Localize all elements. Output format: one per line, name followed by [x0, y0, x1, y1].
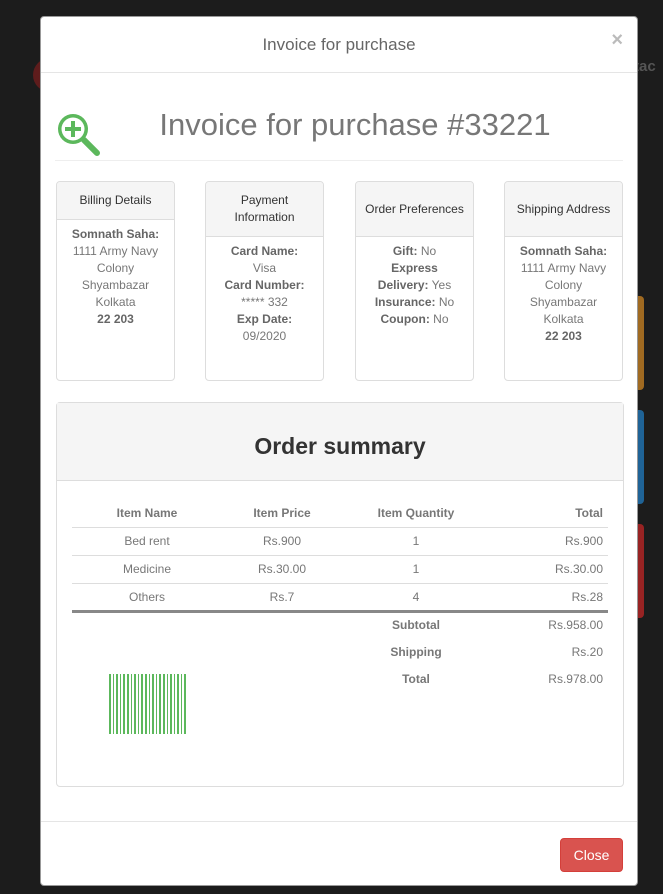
shipping-address-body: Somnath Saha: 1111 Army Navy Colony Shya… [505, 237, 622, 345]
total-value: Rs.978.00 [548, 671, 603, 686]
col-item-price: Item Price [253, 505, 311, 520]
invoice-title: Invoice for purchase #33221 [159, 107, 551, 142]
order-preferences-card: Order Preferences Gift: No Express Deliv… [355, 181, 474, 381]
shipping-zip: 22 203 [545, 329, 582, 343]
item-price: Rs.30.00 [222, 554, 342, 583]
order-summary-title: Order summary [254, 433, 426, 459]
invoice-modal: Invoice for purchase × Invoice for purch… [40, 16, 638, 886]
billing-line1: 1111 Army Navy [72, 244, 159, 258]
subtotal-row: Subtotal Rs.958.00 [72, 611, 608, 638]
billing-details-body: Somnath Saha: 1111 Army Navy Colony Shya… [57, 220, 174, 328]
order-preferences-header: Order Preferences [356, 182, 473, 237]
item-total: Rs.28 [490, 582, 608, 613]
coupon-label: Coupon: [380, 312, 430, 326]
billing-details-header: Billing Details [57, 182, 174, 220]
shipping-address-header: Shipping Address [505, 182, 622, 237]
billing-details-card: Billing Details Somnath Saha: 1111 Army … [56, 181, 175, 381]
gift-value: No [420, 244, 437, 258]
order-summary-header: Order summary [57, 403, 623, 481]
insurance-label: Insurance: [374, 295, 436, 309]
card-number-value: ***** 332 [241, 295, 288, 309]
gift-label: Gift: [392, 244, 418, 258]
delivery-value: Yes [431, 278, 452, 292]
modal-footer: Close [41, 821, 637, 885]
shipping-label: Shipping [390, 644, 442, 659]
card-name-value: Visa [252, 261, 277, 275]
item-name: Medicine [72, 554, 222, 583]
billing-line2: Colony [96, 261, 135, 275]
order-preferences-body: Gift: No Express Delivery: Yes Insurance… [356, 237, 473, 328]
shipping-value: Rs.20 [571, 644, 603, 659]
delivery-label: Delivery: [377, 278, 429, 292]
barcode-icon [109, 674, 186, 734]
col-item-name: Item Name [116, 505, 178, 520]
shipping-line1: 1111 Army Navy [520, 261, 607, 275]
table-header-row: Item Name Item Price Item Quantity Total [72, 499, 608, 527]
col-total: Total [575, 505, 603, 520]
card-name-label: Card Name: [230, 244, 299, 258]
shipping-name: Somnath Saha: [519, 244, 608, 258]
table-row: Others Rs.7 4 Rs.28 [72, 582, 608, 613]
modal-title: Invoice for purchase [262, 35, 416, 54]
billing-name: Somnath Saha: [71, 227, 160, 241]
close-button[interactable]: Close [560, 838, 623, 872]
close-icon[interactable]: × [611, 29, 623, 52]
payment-info-header: Payment Information [206, 182, 323, 237]
modal-header: Invoice for purchase × [41, 17, 637, 73]
express-label: Express [391, 261, 438, 275]
item-quantity: 1 [342, 526, 490, 555]
invoice-headline: Invoice for purchase #33221 [55, 105, 623, 161]
coupon-value: No [433, 312, 449, 326]
item-price: Rs.900 [222, 526, 342, 555]
billing-line3: Shyambazar [81, 278, 150, 292]
table-row: Medicine Rs.30.00 1 Rs.30.00 [72, 554, 608, 583]
subtotal-label: Subtotal [392, 618, 440, 633]
shipping-line4: Kolkata [543, 312, 584, 326]
col-item-quantity: Item Quantity [377, 505, 455, 520]
item-quantity: 1 [342, 554, 490, 583]
insurance-value: No [438, 295, 455, 309]
shipping-line2: Colony [544, 278, 583, 292]
card-number-label: Card Number: [224, 278, 305, 292]
item-name: Bed rent [72, 526, 222, 555]
payment-info-body: Card Name: Visa Card Number: ***** 332 E… [206, 237, 323, 345]
shipping-row: Shipping Rs.20 [72, 638, 608, 665]
table-row: Bed rent Rs.900 1 Rs.900 [72, 526, 608, 555]
item-total: Rs.900 [490, 526, 608, 555]
order-summary-table: Item Name Item Price Item Quantity Total… [72, 499, 608, 692]
total-label: Total [402, 671, 430, 686]
exp-date-label: Exp Date: [236, 312, 293, 326]
shipping-line3: Shyambazar [529, 295, 598, 309]
exp-date-value: 09/2020 [242, 329, 287, 343]
item-total: Rs.30.00 [490, 554, 608, 583]
item-name: Others [72, 582, 222, 613]
billing-zip: 22 203 [97, 312, 134, 326]
order-summary-panel: Order summary Item Name Item Price Item … [56, 402, 624, 787]
shipping-address-card: Shipping Address Somnath Saha: 1111 Army… [504, 181, 623, 381]
payment-info-card: Payment Information Card Name: Visa Card… [205, 181, 324, 381]
item-quantity: 4 [342, 582, 490, 613]
billing-line4: Kolkata [95, 295, 136, 309]
subtotal-value: Rs.958.00 [548, 618, 603, 633]
item-price: Rs.7 [222, 582, 342, 613]
